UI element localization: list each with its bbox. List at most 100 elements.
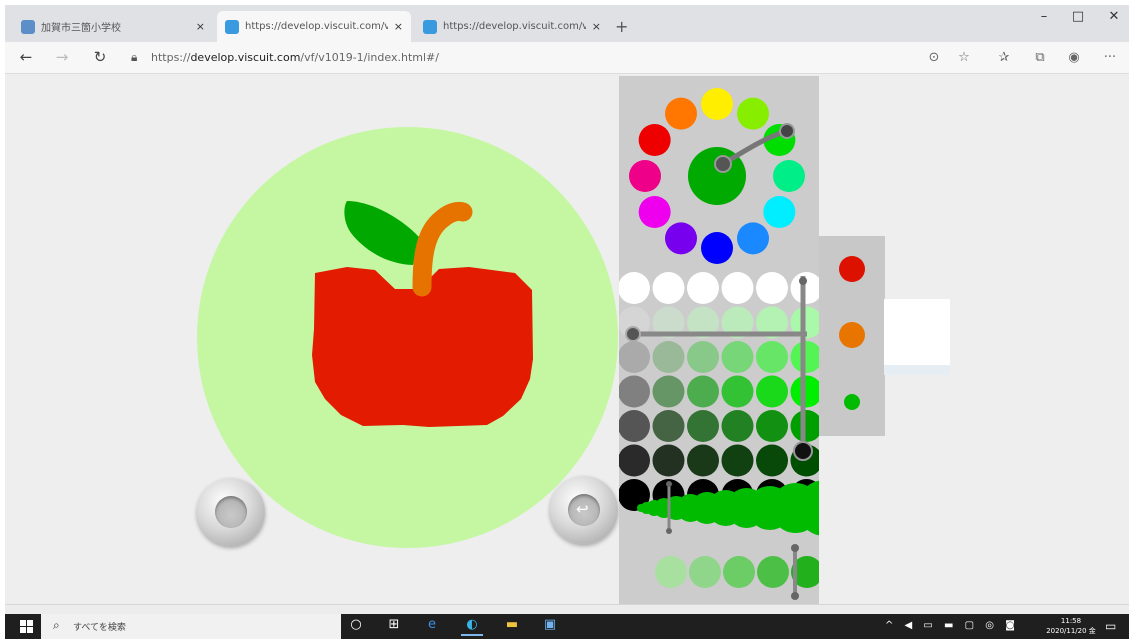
shade-swatch[interactable] bbox=[652, 375, 685, 408]
notification-icon[interactable]: ▭ bbox=[1105, 619, 1116, 633]
shade-swatch[interactable] bbox=[652, 272, 685, 304]
shade-swatch[interactable] bbox=[756, 444, 788, 477]
slider-end-knob[interactable] bbox=[799, 277, 807, 285]
hue-swatch[interactable] bbox=[701, 232, 733, 264]
address-toolbar: ← → ↻ 🔒︎ https://develop.viscuit.com/vf/… bbox=[5, 42, 1129, 74]
hue-swatch[interactable] bbox=[763, 196, 796, 228]
taskbar-clock[interactable]: 11:58 2020/11/20 金 bbox=[1045, 616, 1097, 636]
tab-close-icon[interactable]: × bbox=[592, 20, 601, 33]
cortana-icon[interactable]: ○ bbox=[345, 617, 367, 636]
hue-knob[interactable] bbox=[714, 155, 732, 173]
taskbar-search-box[interactable]: ⌕ すべてを検索 bbox=[41, 614, 341, 639]
start-tile bbox=[20, 627, 26, 633]
shade-swatch[interactable] bbox=[652, 341, 685, 373]
forward-button[interactable]: → bbox=[51, 48, 73, 66]
viscuit-favicon-icon bbox=[423, 19, 437, 34]
favorites-bar-icon[interactable]: ✰ bbox=[995, 50, 1013, 65]
back-button[interactable]: ← bbox=[15, 48, 37, 66]
maximize-button[interactable]: □ bbox=[1063, 9, 1093, 24]
tab-viscuit-active[interactable]: https://develop.viscuit.com/vf/ × bbox=[217, 11, 411, 42]
shade-swatch[interactable] bbox=[721, 375, 754, 408]
reload-button[interactable]: ↻ bbox=[89, 48, 111, 66]
undo-button[interactable]: ↩︎ bbox=[550, 476, 618, 544]
hue-ring-knob[interactable] bbox=[779, 123, 795, 139]
tab-kaga-school[interactable]: 加賀市三箇小学校 × bbox=[13, 11, 213, 42]
shade-swatch[interactable] bbox=[619, 375, 650, 408]
recent-color-swatch[interactable] bbox=[839, 256, 865, 282]
shade-swatch[interactable] bbox=[721, 444, 754, 477]
white-card bbox=[884, 299, 950, 365]
shade-swatch[interactable] bbox=[652, 410, 685, 442]
apple-leaf bbox=[344, 201, 419, 265]
more-menu-icon[interactable]: ··· bbox=[1101, 50, 1119, 65]
hue-swatch[interactable] bbox=[629, 160, 661, 192]
slider-end-knob[interactable] bbox=[666, 528, 672, 534]
hue-swatch[interactable] bbox=[773, 160, 805, 192]
hue-swatch[interactable] bbox=[665, 97, 697, 130]
hue-swatch[interactable] bbox=[638, 124, 671, 156]
shade-swatch[interactable] bbox=[721, 272, 754, 304]
shade-swatch[interactable] bbox=[756, 410, 788, 442]
hue-swatch[interactable] bbox=[638, 196, 671, 228]
opacity-swatch[interactable] bbox=[757, 556, 789, 588]
favorite-star-icon[interactable]: ☆ bbox=[955, 50, 973, 65]
lock-icon[interactable]: 🔒︎ bbox=[131, 50, 137, 65]
stop-button[interactable] bbox=[197, 478, 265, 546]
shade-swatch[interactable] bbox=[619, 341, 650, 373]
close-window-button[interactable]: ✕ bbox=[1099, 9, 1129, 24]
shade-swatch[interactable] bbox=[687, 444, 719, 477]
shade-swatch[interactable] bbox=[721, 341, 754, 373]
page-bottom-strip bbox=[5, 604, 1129, 614]
shade-swatch[interactable] bbox=[619, 410, 650, 442]
edge-icon[interactable]: ◐ bbox=[461, 617, 483, 636]
minimize-button[interactable]: – bbox=[1029, 9, 1059, 24]
slider-end-knob[interactable] bbox=[666, 481, 672, 487]
address-bar[interactable]: https://develop.viscuit.com/vf/v1019-1/i… bbox=[151, 51, 439, 64]
search-placeholder: すべてを検索 bbox=[73, 623, 126, 633]
drawing-stage[interactable] bbox=[197, 127, 618, 548]
system-tray[interactable]: ^ ◀ ▭ ▬ ▢ ◎ ◙ bbox=[885, 620, 1019, 631]
shade-swatch[interactable] bbox=[652, 444, 685, 477]
opacity-swatch[interactable] bbox=[655, 556, 687, 588]
shade-swatch[interactable] bbox=[756, 272, 788, 304]
shade-swatch[interactable] bbox=[756, 375, 788, 408]
brightness-knob[interactable] bbox=[793, 441, 813, 461]
shade-swatch[interactable] bbox=[721, 410, 754, 442]
slider-end-knob[interactable] bbox=[791, 544, 799, 552]
shade-swatch[interactable] bbox=[687, 341, 719, 373]
opacity-swatch[interactable] bbox=[723, 556, 755, 588]
tab-viscuit-2[interactable]: https://develop.viscuit.com/vf/ × bbox=[415, 11, 609, 42]
task-view-icon[interactable]: ⊞ bbox=[383, 617, 405, 636]
windows-start-icon[interactable] bbox=[20, 620, 34, 634]
hue-swatch[interactable] bbox=[665, 222, 697, 255]
profile-icon[interactable]: ◉ bbox=[1065, 50, 1083, 65]
tab-close-icon[interactable]: × bbox=[196, 20, 205, 33]
recent-colors-panel bbox=[819, 236, 885, 436]
hue-swatch[interactable] bbox=[737, 222, 769, 255]
tab-close-icon[interactable]: × bbox=[394, 20, 403, 33]
saturation-knob[interactable] bbox=[625, 326, 641, 342]
tab-strip: 加賀市三箇小学校 × https://develop.viscuit.com/v… bbox=[5, 5, 1129, 42]
shade-swatch[interactable] bbox=[687, 375, 719, 408]
app-icon[interactable]: ▣ bbox=[539, 617, 561, 636]
shade-swatch[interactable] bbox=[619, 272, 650, 304]
reading-view-icon[interactable]: ⊙ bbox=[925, 50, 943, 65]
collections-icon[interactable]: ⧉ bbox=[1031, 50, 1049, 65]
hue-swatch[interactable] bbox=[701, 88, 733, 120]
shade-swatch[interactable] bbox=[687, 410, 719, 442]
color-palette-panel bbox=[619, 76, 819, 604]
tab-title: https://develop.viscuit.com/vf/ bbox=[245, 21, 388, 32]
shade-swatch[interactable] bbox=[619, 444, 650, 477]
file-explorer-icon[interactable]: ▬ bbox=[501, 617, 523, 636]
opacity-swatch[interactable] bbox=[689, 556, 721, 588]
recent-color-swatch[interactable] bbox=[839, 322, 865, 348]
stop-icon bbox=[215, 496, 247, 528]
shade-swatch[interactable] bbox=[756, 341, 788, 373]
slider-end-knob[interactable] bbox=[791, 592, 799, 600]
ie-icon[interactable]: e bbox=[421, 617, 443, 636]
recent-color-swatch[interactable] bbox=[844, 394, 860, 410]
search-icon: ⌕ bbox=[53, 618, 60, 632]
new-tab-button[interactable]: + bbox=[615, 17, 628, 36]
hue-swatch[interactable] bbox=[737, 97, 769, 130]
shade-swatch[interactable] bbox=[687, 272, 719, 304]
